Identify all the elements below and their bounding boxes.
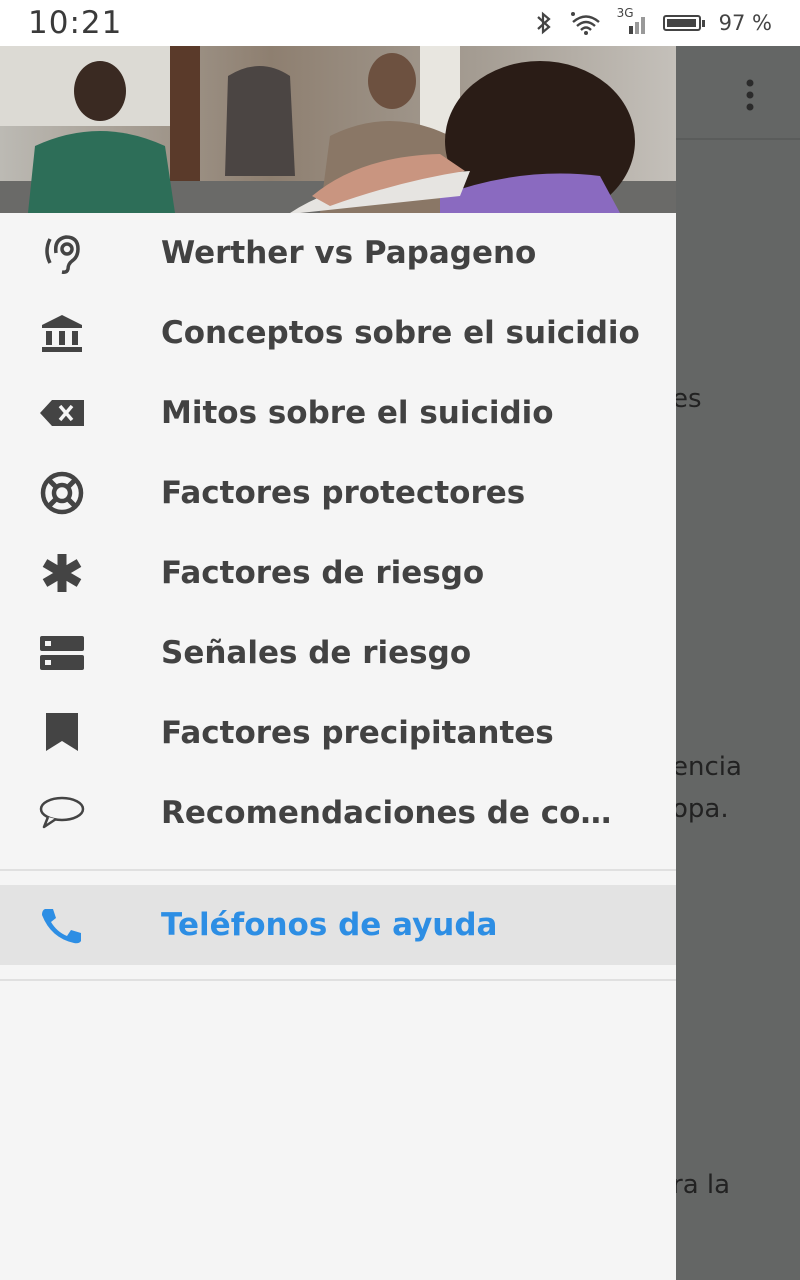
- menu-item-werther-vs-papageno[interactable]: Werther vs Papageno: [0, 213, 676, 293]
- network-type-label: 3G: [616, 6, 634, 20]
- lifebuoy-icon: [36, 467, 88, 519]
- menu-item-factores-riesgo[interactable]: Factores de riesgo: [0, 533, 676, 613]
- drawer-header-image: [0, 46, 676, 213]
- status-bar: 10:21 3G 97 %: [0, 0, 800, 46]
- menu-item-senales-riesgo[interactable]: Señales de riesgo: [0, 613, 676, 693]
- menu-item-factores-precipitantes[interactable]: Factores precipitantes: [0, 693, 676, 773]
- background-text-fragment: encia: [672, 752, 742, 782]
- battery-percent: 97 %: [718, 11, 772, 35]
- signal-icon: 3G: [617, 6, 649, 36]
- bookmark-icon: [36, 707, 88, 759]
- menu-divider: [0, 869, 676, 871]
- asterisk-icon: [36, 547, 88, 599]
- hearing-ear-icon: [36, 227, 88, 279]
- menu-item-label: Factores precipitantes: [161, 715, 554, 751]
- menu-item-label: Conceptos sobre el suicidio: [161, 315, 640, 351]
- bank-building-icon: [36, 307, 88, 359]
- chat-bubble-icon: [36, 787, 88, 839]
- menu-divider: [0, 979, 676, 981]
- menu-item-mitos[interactable]: Mitos sobre el suicidio: [0, 373, 676, 453]
- menu-item-recomendaciones[interactable]: Recomendaciones de comunicación: [0, 773, 676, 853]
- menu-item-label: Recomendaciones de comunicación: [161, 795, 641, 831]
- menu-item-label: Mitos sobre el suicidio: [161, 395, 554, 431]
- phone-icon: [36, 899, 88, 951]
- menu-item-label: Werther vs Papageno: [161, 235, 537, 271]
- menu-item-telefonos-ayuda[interactable]: Teléfonos de ayuda: [0, 885, 676, 965]
- menu-item-factores-protectores[interactable]: Factores protectores: [0, 453, 676, 533]
- wifi-icon: [570, 12, 600, 35]
- toolbar-divider: [676, 138, 800, 140]
- backspace-x-icon: [36, 387, 88, 439]
- menu-item-label: Señales de riesgo: [161, 635, 472, 671]
- battery-icon: [662, 15, 705, 31]
- overflow-menu-icon[interactable]: [742, 78, 758, 112]
- bluetooth-icon: [536, 11, 551, 35]
- menu-item-conceptos[interactable]: Conceptos sobre el suicidio: [0, 293, 676, 373]
- storage-icon: [36, 627, 88, 679]
- background-text-fragment: ra la: [672, 1170, 731, 1200]
- background-text-fragment: es: [672, 384, 702, 414]
- status-time: 10:21: [28, 5, 123, 41]
- menu-item-label: Factores protectores: [161, 475, 526, 511]
- menu-item-label: Teléfonos de ayuda: [161, 907, 498, 943]
- background-text-fragment: opa.: [672, 794, 729, 824]
- navigation-drawer: Werther vs Papageno Conceptos sobre el s…: [0, 46, 676, 1280]
- status-icons: 3G 97 %: [533, 6, 772, 36]
- menu-item-label: Factores de riesgo: [161, 555, 485, 591]
